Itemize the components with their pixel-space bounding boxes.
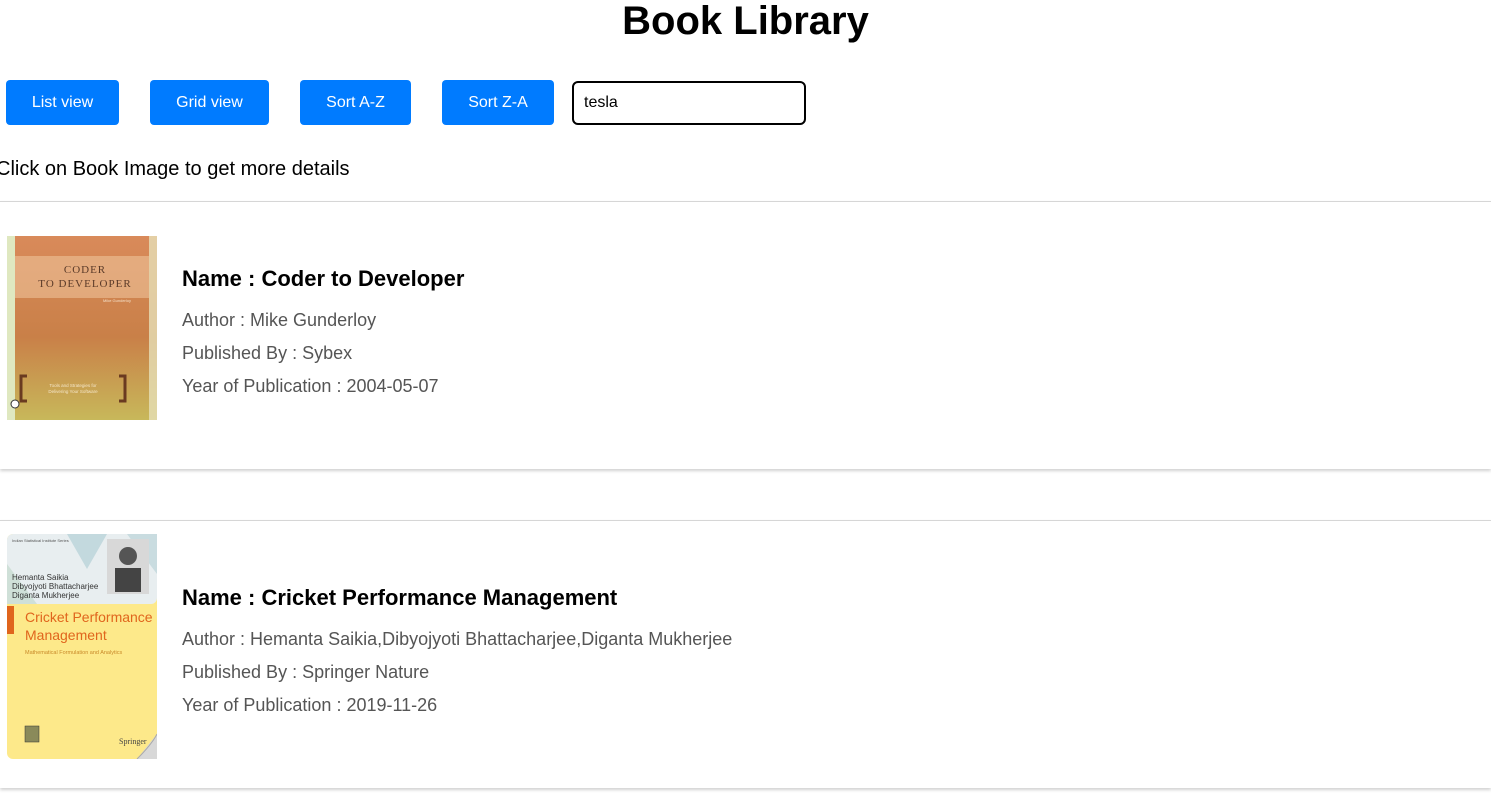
cover-author2: Dibyojyoti Bhattacharjee [12,582,99,591]
book-info: Name : Coder to Developer Author : Mike … [182,265,464,408]
book-name: Name : Cricket Performance Management [182,585,618,610]
book-info: Name : Cricket Performance Management Au… [182,584,732,727]
book-author: Author : Hemanta Saikia,Dibyojyoti Bhatt… [182,629,733,649]
cover-title-line2: Management [25,627,107,643]
cover-title-line2: TO DEVELOPER [38,278,131,290]
book-card: Indian Statistical Institute Series Hema… [0,520,1491,788]
book-year: Year of Publication : 2019-11-26 [182,695,438,715]
publisher-logo-icon [10,399,20,409]
cover-author: Mike Gunderloy [103,298,131,303]
search-input[interactable] [572,81,806,125]
book-author: Author : Mike Gunderloy [182,310,377,330]
cover-series: Indian Statistical Institute Series [12,538,69,543]
cover-title-line1: CODER [64,264,106,276]
list-view-button[interactable]: List view [6,80,119,125]
book-year: Year of Publication : 2004-05-07 [182,376,439,396]
cover-author3: Diganta Mukherjee [12,591,80,600]
cover-tagline1: Tools and Strategies for [49,383,97,388]
book-publisher: Published By : Sybex [182,343,353,363]
sort-az-button[interactable]: Sort A-Z [300,80,411,125]
sort-za-button[interactable]: Sort Z-A [442,80,554,125]
ebook-badge-icon [24,725,40,743]
book-cover-image[interactable]: Indian Statistical Institute Series Hema… [7,534,157,759]
book-name: Name : Coder to Developer [182,266,465,291]
grid-view-button[interactable]: Grid view [150,80,269,125]
cover-tagline2: Delivering Your Software [48,389,98,394]
cover-title-line1: Cricket Performance [25,609,153,625]
cover-subtitle: Mathematical Formulation and Analytics [25,650,122,656]
book-cover-art: CODER TO DEVELOPER Mike Gunderloy Tools … [7,236,157,420]
book-card: CODER TO DEVELOPER Mike Gunderloy Tools … [0,201,1491,469]
page-title: Book Library [622,0,869,43]
instruction-text: Click on Book Image to get more details [0,158,350,180]
book-cover-image[interactable]: CODER TO DEVELOPER Mike Gunderloy Tools … [7,236,157,420]
cover-publisher: Springer [119,737,147,746]
cover-author1: Hemanta Saikia [12,573,69,582]
book-publisher: Published By : Springer Nature [182,662,430,682]
book-cover-art: Indian Statistical Institute Series Hema… [7,534,157,759]
